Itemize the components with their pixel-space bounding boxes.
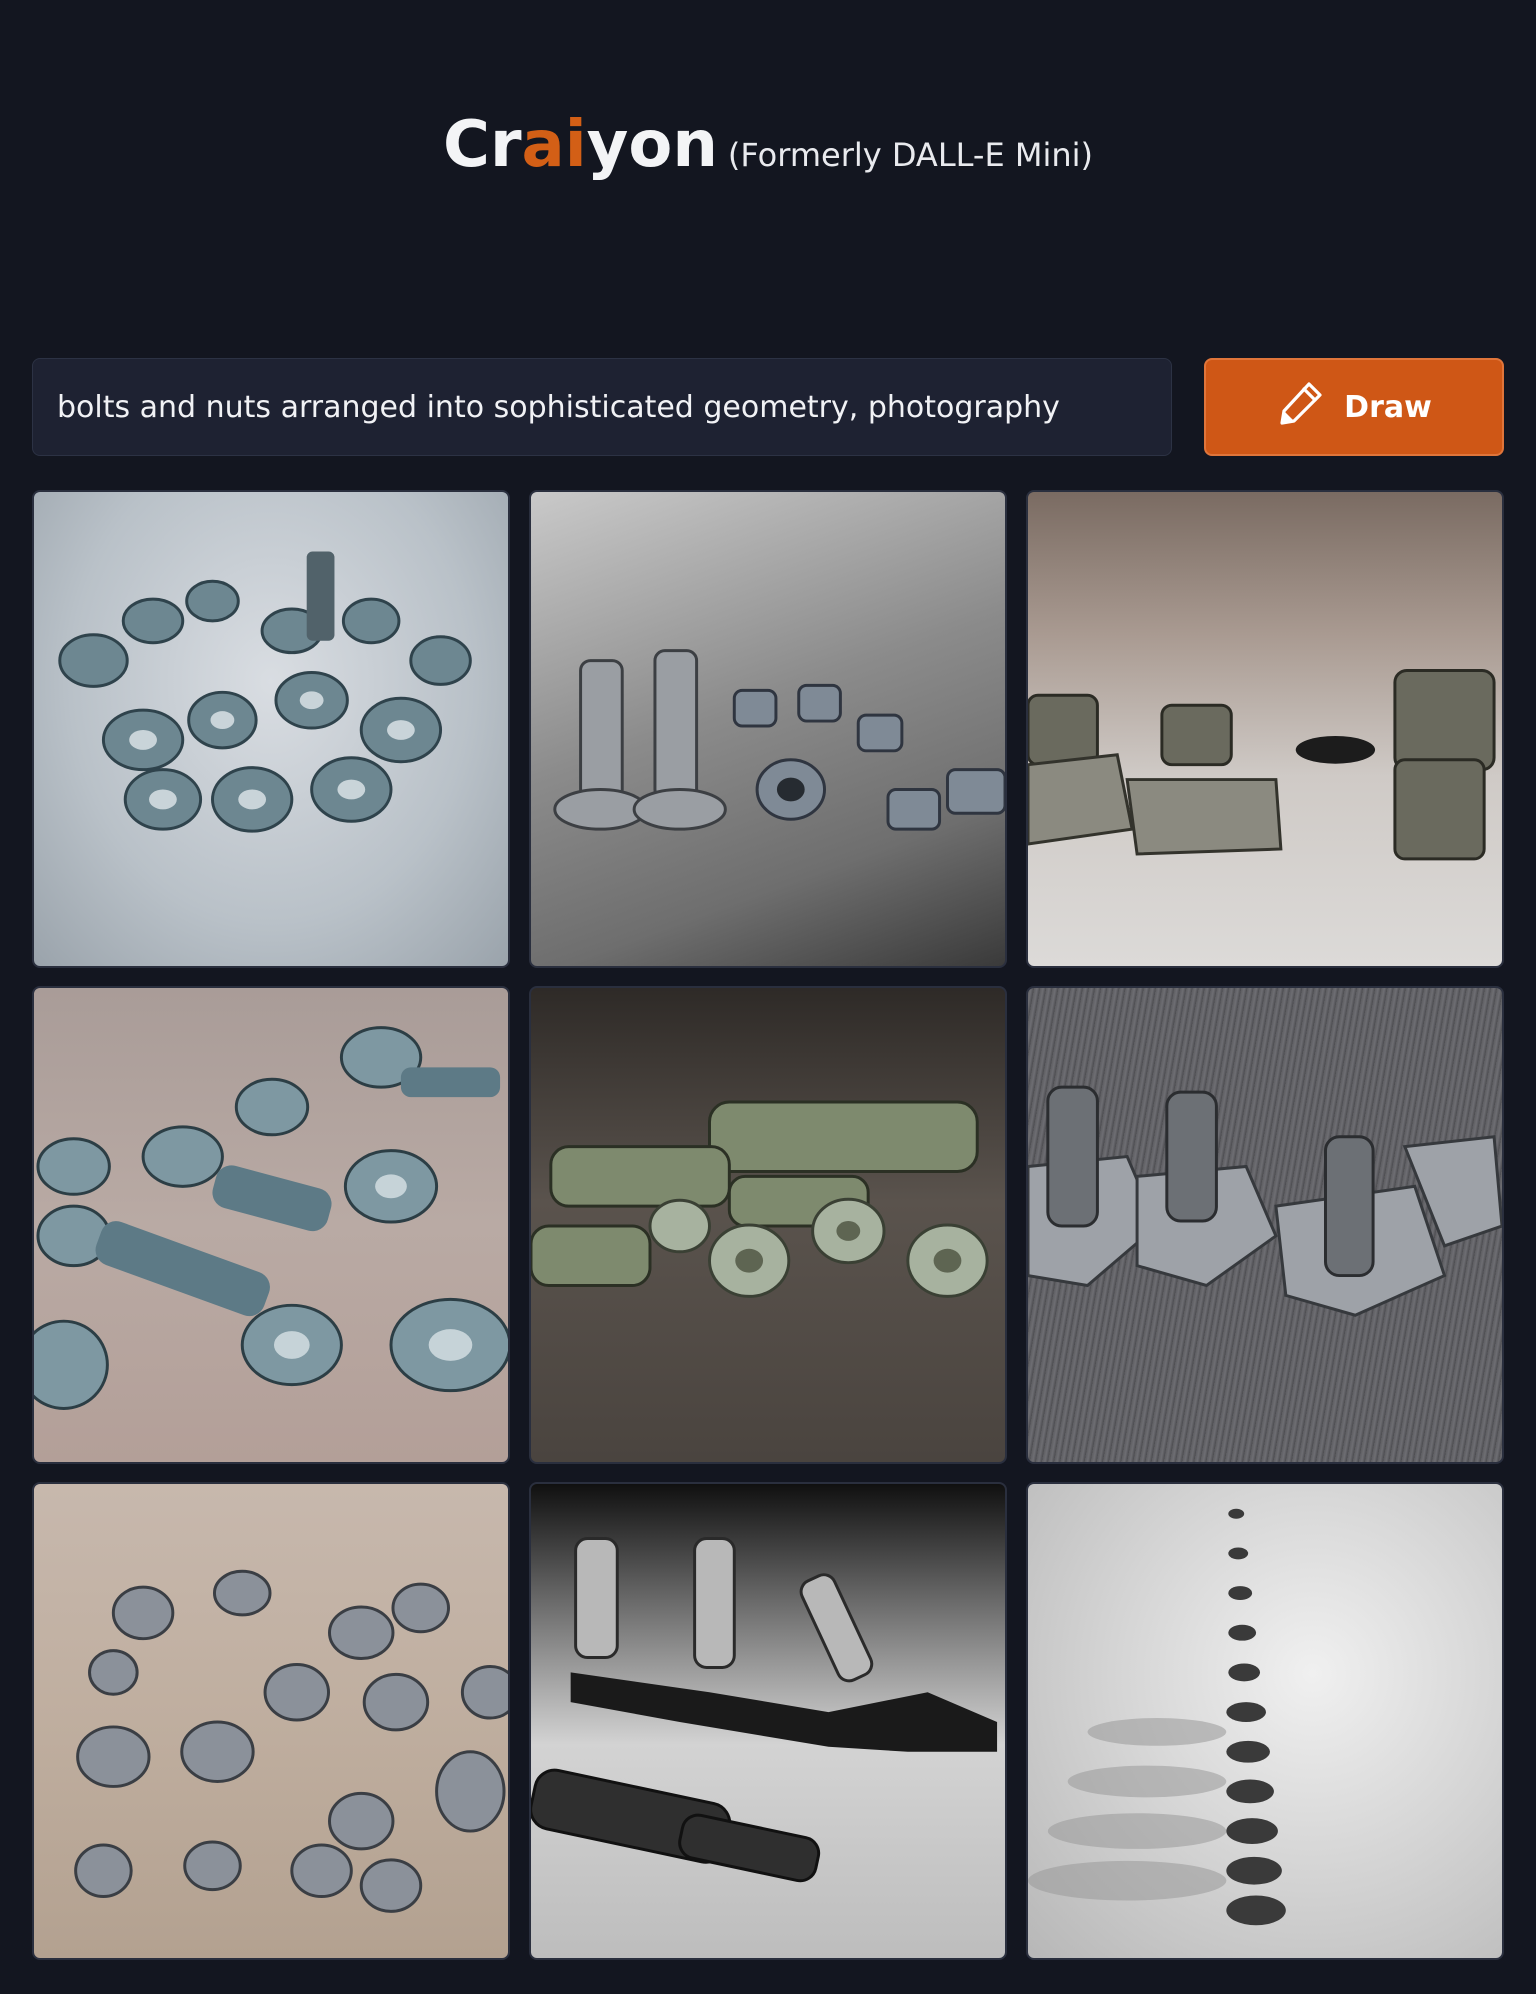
result-image-5-art	[531, 1100, 989, 1298]
result-image-9-art	[1028, 1508, 1286, 1926]
result-image-1-art	[58, 551, 472, 833]
result-image-4[interactable]	[32, 986, 510, 1464]
result-image-2[interactable]	[529, 490, 1007, 968]
logo-part-1: Cr	[443, 108, 522, 182]
result-image-7-art	[74, 1569, 508, 1913]
image-grid	[32, 490, 1504, 1960]
tagline: (Formerly DALL-E Mini)	[727, 136, 1093, 174]
prompt-input[interactable]	[32, 358, 1172, 456]
result-image-6[interactable]	[1026, 986, 1504, 1464]
header: Craiyon (Formerly DALL-E Mini)	[0, 108, 1536, 182]
pencil-icon	[1276, 378, 1326, 436]
result-image-8[interactable]	[529, 1482, 1007, 1960]
result-image-9[interactable]	[1026, 1482, 1504, 1960]
result-image-1[interactable]	[32, 490, 510, 968]
logo-part-accent: ai	[521, 108, 587, 182]
result-image-4-art	[34, 1026, 508, 1410]
result-image-7[interactable]	[32, 1482, 510, 1960]
prompt-row: Draw	[32, 358, 1504, 458]
result-image-6-art	[1028, 1085, 1502, 1317]
logo-part-3: yon	[586, 108, 718, 182]
draw-button[interactable]: Draw	[1204, 358, 1504, 456]
craiyon-logo[interactable]: Craiyon	[443, 108, 718, 182]
result-image-8-art	[531, 1537, 998, 1883]
result-image-3[interactable]	[1026, 490, 1504, 968]
result-image-3-art	[1028, 669, 1496, 861]
result-image-2-art	[553, 649, 1005, 831]
draw-button-label: Draw	[1344, 389, 1432, 425]
result-image-5[interactable]	[529, 986, 1007, 1464]
